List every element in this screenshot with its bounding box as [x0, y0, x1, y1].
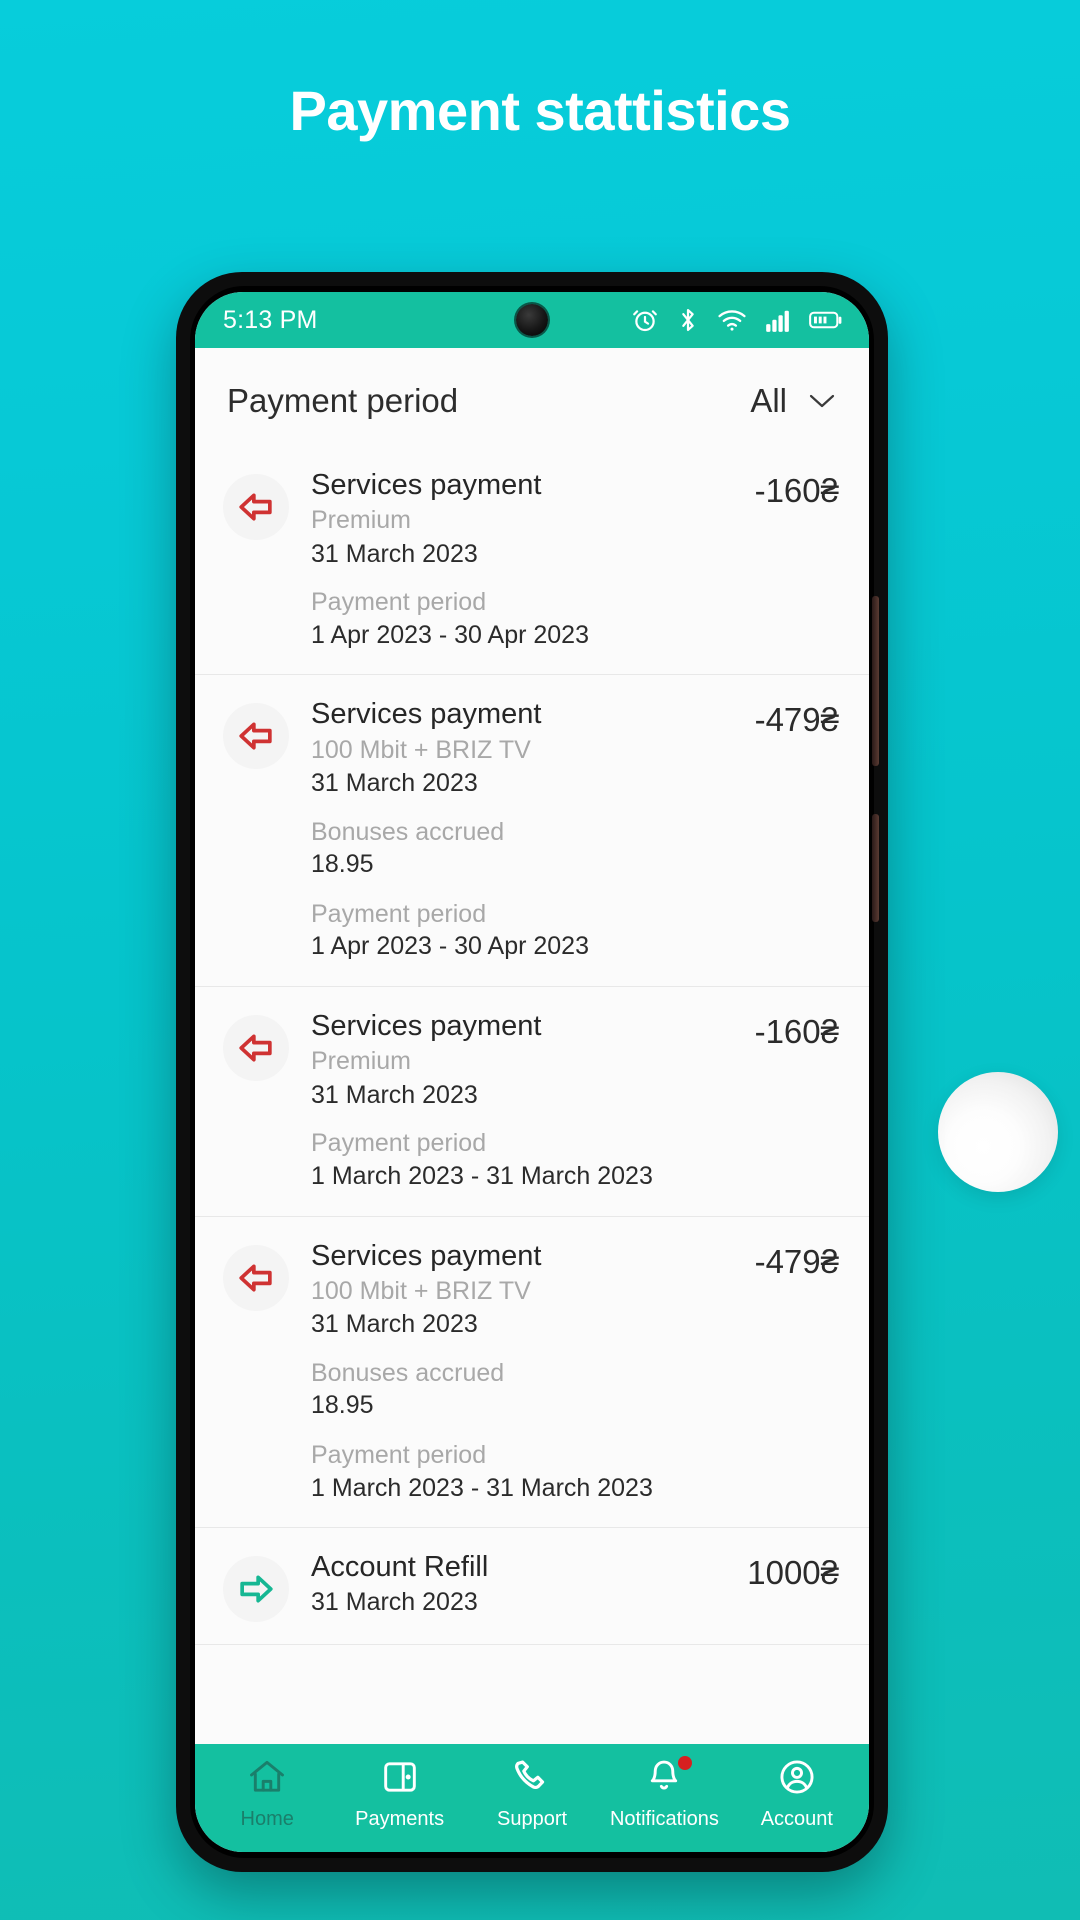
transaction-subtitle: Premium	[311, 1047, 412, 1076]
transaction-date: 31 March 2023	[311, 1587, 478, 1616]
volume-button[interactable]	[872, 596, 879, 766]
nav-item-support[interactable]: Support	[466, 1758, 598, 1831]
nav-item-label: Home	[240, 1807, 294, 1830]
transaction-subtitle: Premium	[311, 506, 412, 535]
transaction-detail-value: 1 March 2023 - 31 March 2023	[311, 1161, 653, 1190]
transaction-detail-value: 18.95	[311, 850, 374, 879]
transaction-detail: Bonuses accrued 18.95	[311, 816, 745, 882]
transaction-list[interactable]: Services payment Premium 31 March 2023 Paym…	[195, 446, 869, 1744]
arrow-left-icon	[223, 703, 289, 770]
transaction-detail: Payment period 1 Apr 2023 - 30 Apr 2023	[311, 898, 745, 964]
page-title: Payment stattistics	[289, 79, 791, 142]
nav-item-label: Notifications	[609, 1807, 719, 1830]
transaction-detail: Bonuses accrued 18.95	[311, 1357, 745, 1423]
transaction-detail-label: Payment period	[311, 899, 487, 928]
nav-item-label: Account	[760, 1807, 833, 1830]
transaction-date: 31 March 2023	[311, 769, 478, 798]
transaction-detail-value: 18.95	[311, 1391, 374, 1420]
transaction-body: Services payment Premium 31 March 2023 Paym…	[289, 468, 755, 652]
phone-bezel: 5:13 PM Payment period All Services paym…	[190, 286, 879, 1858]
phone-screen: 5:13 PM Payment period All Services paym…	[195, 292, 869, 1852]
nav-item-account[interactable]: Account	[731, 1758, 863, 1831]
transaction-title: Services payment	[311, 1239, 542, 1272]
bottom-navigation[interactable]: Home Payments Support Notifications Acco…	[195, 1744, 869, 1852]
transaction-title: Services payment	[311, 1010, 542, 1043]
arrow-left-icon	[223, 1015, 289, 1082]
transaction-row[interactable]: Services payment Premium 31 March 2023 Paym…	[195, 446, 869, 676]
transaction-amount: -160₴	[754, 1013, 839, 1051]
transaction-detail-label: Payment period	[311, 588, 487, 617]
period-filter-dropdown[interactable]: All	[750, 382, 839, 420]
arrow-left-icon	[223, 1244, 289, 1311]
transaction-detail: Payment period 1 Apr 2023 - 30 Apr 2023	[311, 586, 745, 652]
wifi-icon	[717, 308, 747, 332]
home-icon	[248, 1758, 286, 1801]
transaction-subtitle: 100 Mbit + BRIZ TV	[311, 1276, 531, 1305]
phone-icon	[513, 1758, 551, 1801]
wallet-icon	[381, 1758, 419, 1801]
status-bar: 5:13 PM	[195, 292, 869, 348]
transaction-detail-value: 1 Apr 2023 - 30 Apr 2023	[311, 932, 589, 961]
battery-icon	[809, 309, 843, 331]
notification-badge	[678, 1755, 693, 1770]
transaction-body: Services payment 100 Mbit + BRIZ TV 31 Mar…	[289, 697, 755, 964]
power-button[interactable]	[872, 814, 879, 922]
transaction-body: Services payment Premium 31 March 2023 Paym…	[289, 1009, 755, 1193]
transaction-detail-value: 1 March 2023 - 31 March 2023	[311, 1473, 653, 1502]
transaction-title: Services payment	[311, 469, 542, 501]
transaction-title: Account Refill	[311, 1551, 489, 1584]
transaction-detail: Payment period 1 March 2023 - 31 March 20…	[311, 1127, 745, 1193]
user-circle-icon	[778, 1758, 816, 1801]
transaction-subtitle: 100 Mbit + BRIZ TV	[311, 735, 531, 764]
transaction-row[interactable]: Services payment Premium 31 March 2023 Paym…	[195, 987, 869, 1217]
transaction-body: Services payment 100 Mbit + BRIZ TV 31 Mar…	[289, 1239, 755, 1506]
transaction-detail-label: Payment period	[311, 1129, 487, 1158]
decorative-sphere	[938, 1072, 1058, 1192]
alarm-icon	[631, 306, 659, 334]
transaction-detail: Payment period 1 March 2023 - 31 March 20…	[311, 1439, 745, 1505]
nav-item-home[interactable]: Home	[201, 1758, 333, 1831]
app-header: Payment period All	[195, 348, 869, 446]
nav-item-label: Payments	[355, 1807, 445, 1830]
status-time: 5:13 PM	[223, 305, 318, 334]
transaction-row[interactable]: Services payment 100 Mbit + BRIZ TV 31 Mar…	[195, 1217, 869, 1529]
transaction-row[interactable]: Services payment 100 Mbit + BRIZ TV 31 Mar…	[195, 675, 869, 988]
arrow-left-icon	[223, 474, 289, 540]
transaction-detail-label: Bonuses accrued	[311, 817, 505, 846]
transaction-detail-label: Payment period	[311, 1441, 487, 1470]
nav-item-label: Support	[496, 1807, 568, 1830]
transaction-amount: 1000₴	[747, 1554, 839, 1592]
signal-icon	[765, 307, 791, 333]
bluetooth-icon	[677, 306, 699, 334]
transaction-date: 31 March 2023	[311, 539, 478, 568]
transaction-detail-value: 1 Apr 2023 - 30 Apr 2023	[311, 620, 589, 649]
nav-item-notifications[interactable]: Notifications	[598, 1755, 730, 1831]
payment-period-label: Payment period	[227, 382, 459, 419]
transaction-title: Services payment	[311, 698, 542, 731]
front-camera-icon	[516, 304, 548, 336]
nav-item-payments[interactable]: Payments	[333, 1758, 465, 1831]
status-icons	[631, 306, 843, 334]
transaction-amount: -160₴	[754, 472, 839, 509]
transaction-date: 31 March 2023	[311, 1080, 478, 1109]
transaction-date: 31 March 2023	[311, 1310, 478, 1339]
arrow-right-icon	[223, 1556, 289, 1623]
period-filter-value: All	[750, 382, 787, 419]
transaction-row[interactable]: Account Refill 31 March 2023 1000₴	[195, 1528, 869, 1646]
transaction-body: Account Refill 31 March 2023	[289, 1550, 747, 1618]
chevron-down-icon	[809, 393, 835, 409]
transaction-amount: -479₴	[754, 701, 839, 739]
transaction-amount: -479₴	[754, 1242, 839, 1280]
transaction-detail-label: Bonuses accrued	[311, 1358, 505, 1387]
phone-frame: 5:13 PM Payment period All Services paym…	[176, 272, 888, 1872]
